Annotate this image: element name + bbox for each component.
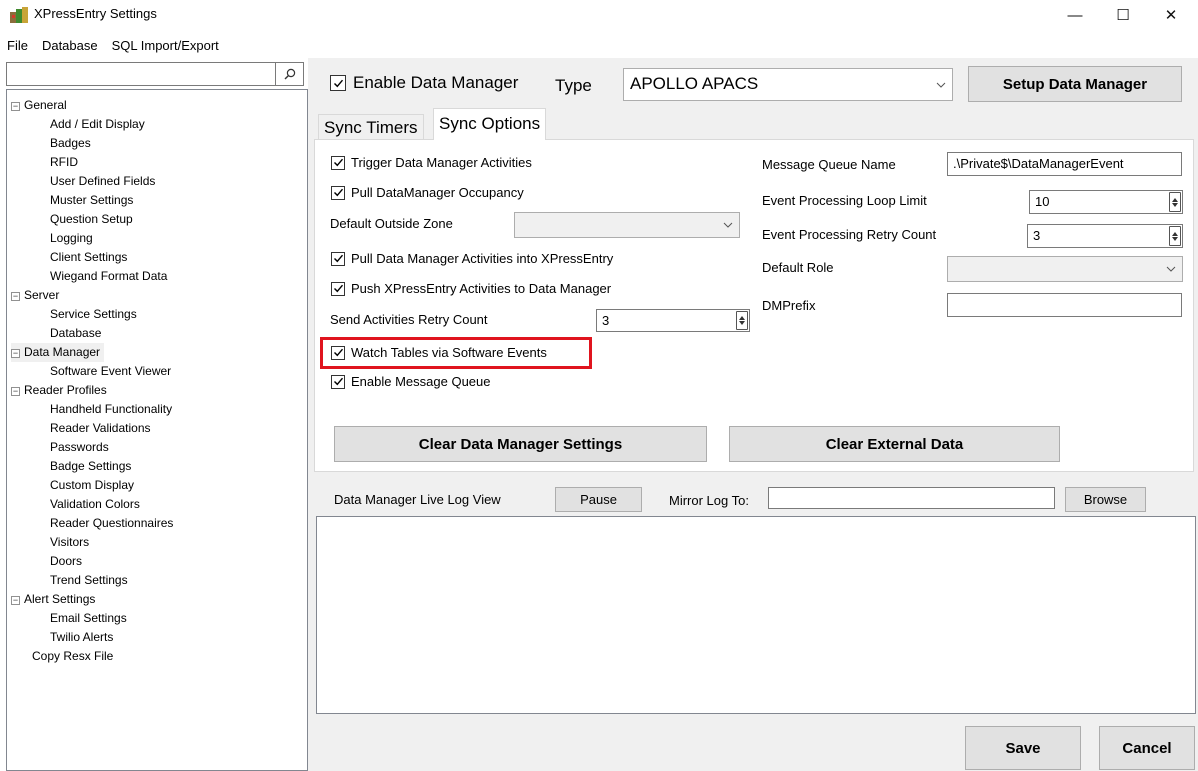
- tree-item-copy-resx-file[interactable]: Copy Resx File: [32, 647, 113, 666]
- collapse-icon[interactable]: −: [11, 387, 20, 396]
- search-input[interactable]: [6, 62, 304, 86]
- collapse-icon[interactable]: −: [11, 349, 20, 358]
- tree-item-wiegand-format-data[interactable]: Wiegand Format Data: [50, 267, 167, 286]
- retry-count-label: Event Processing Retry Count: [762, 227, 937, 242]
- pause-button[interactable]: Pause: [555, 487, 642, 512]
- send-retry-stepper[interactable]: 3: [596, 309, 750, 332]
- checkbox-checked-icon[interactable]: [331, 281, 345, 296]
- tree-item-visitors[interactable]: Visitors: [50, 533, 89, 552]
- chevron-down-icon: [723, 222, 733, 228]
- default-outside-zone-select[interactable]: [514, 212, 740, 238]
- search-icon: [284, 68, 295, 80]
- checkbox-checked-icon[interactable]: [331, 374, 345, 389]
- menu-bar: File Database SQL Import/Export: [0, 36, 226, 58]
- retry-count-stepper[interactable]: 3: [1027, 224, 1183, 248]
- clear-data-manager-settings-button[interactable]: Clear Data Manager Settings: [334, 426, 707, 462]
- tree-node-data-manager[interactable]: − Data Manager: [11, 343, 105, 362]
- spin-arrows-icon[interactable]: [736, 311, 748, 330]
- tree-item-client-settings[interactable]: Client Settings: [50, 248, 127, 267]
- tree-item-custom-display[interactable]: Custom Display: [50, 476, 134, 495]
- tree-node-server[interactable]: − Server: [11, 286, 59, 305]
- enable-message-queue-checkbox[interactable]: Enable Message Queue: [331, 374, 490, 389]
- close-button[interactable]: ✕: [1148, 0, 1194, 30]
- watch-tables-checkbox[interactable]: Watch Tables via Software Events: [331, 345, 547, 360]
- checkbox-checked-icon[interactable]: [331, 251, 345, 266]
- save-button[interactable]: Save: [965, 726, 1081, 770]
- tree-item-badge-settings[interactable]: Badge Settings: [50, 457, 131, 476]
- tab-sync-options[interactable]: Sync Options: [433, 108, 547, 140]
- title-bar: XPressEntry Settings — ☐ ✕: [0, 0, 1198, 34]
- tree-node-alert-settings[interactable]: − Alert Settings: [11, 590, 95, 609]
- chevron-down-icon: [936, 82, 946, 88]
- collapse-icon[interactable]: −: [11, 292, 20, 301]
- menu-sql-import-export[interactable]: SQL Import/Export: [105, 36, 226, 58]
- tree-item-service-settings[interactable]: Service Settings: [50, 305, 137, 324]
- checkbox-checked-icon[interactable]: [331, 155, 345, 170]
- send-retry-label: Send Activities Retry Count: [330, 312, 488, 327]
- type-label: Type: [555, 76, 592, 95]
- checkbox-checked-icon[interactable]: [330, 75, 346, 91]
- tree-item-email-settings[interactable]: Email Settings: [50, 609, 127, 628]
- tree-item-badges[interactable]: Badges: [50, 134, 91, 153]
- tree-item-rfid[interactable]: RFID: [50, 153, 78, 172]
- default-role-label: Default Role: [762, 260, 834, 275]
- browse-button[interactable]: Browse: [1065, 487, 1146, 512]
- spin-arrows-icon[interactable]: [1169, 226, 1181, 246]
- tree-item-validation-colors[interactable]: Validation Colors: [50, 495, 140, 514]
- setup-data-manager-button[interactable]: Setup Data Manager: [968, 66, 1182, 102]
- enable-data-manager-checkbox[interactable]: Enable Data Manager: [330, 73, 518, 93]
- checkbox-checked-icon[interactable]: [331, 345, 345, 360]
- settings-tree[interactable]: − General Add / Edit Display Badges RFID …: [6, 89, 308, 771]
- tree-item-doors[interactable]: Doors: [50, 552, 82, 571]
- tree-item-twilio-alerts[interactable]: Twilio Alerts: [50, 628, 113, 647]
- window-title: XPressEntry Settings: [34, 6, 157, 21]
- tree-item-database[interactable]: Database: [50, 324, 101, 343]
- message-queue-name-label: Message Queue Name: [762, 157, 896, 172]
- spin-arrows-icon[interactable]: [1169, 192, 1181, 212]
- collapse-icon[interactable]: −: [11, 102, 20, 111]
- tree-item-question-setup[interactable]: Question Setup: [50, 210, 133, 229]
- tree-item-handheld-functionality[interactable]: Handheld Functionality: [50, 400, 172, 419]
- tree-item-add-edit-display[interactable]: Add / Edit Display: [50, 115, 145, 134]
- pull-occupancy-checkbox[interactable]: Pull DataManager Occupancy: [331, 185, 524, 200]
- message-queue-name-input[interactable]: .\Private$\DataManagerEvent: [947, 152, 1182, 176]
- live-log-label: Data Manager Live Log View: [334, 492, 501, 507]
- dmprefix-input[interactable]: [947, 293, 1182, 317]
- tree-item-trend-settings[interactable]: Trend Settings: [50, 571, 128, 590]
- clear-external-data-button[interactable]: Clear External Data: [729, 426, 1060, 462]
- tree-item-software-event-viewer[interactable]: Software Event Viewer: [50, 362, 171, 381]
- default-role-select[interactable]: [947, 256, 1183, 282]
- default-outside-zone-label: Default Outside Zone: [330, 216, 453, 231]
- loop-limit-stepper[interactable]: 10: [1029, 190, 1183, 214]
- menu-file[interactable]: File: [0, 36, 35, 58]
- maximize-button[interactable]: ☐: [1100, 0, 1146, 30]
- tree-item-reader-questionnaires[interactable]: Reader Questionnaires: [50, 514, 173, 533]
- trigger-activities-checkbox[interactable]: Trigger Data Manager Activities: [331, 155, 532, 170]
- push-activities-checkbox[interactable]: Push XPressEntry Activities to Data Mana…: [331, 281, 611, 296]
- chevron-down-icon: [1166, 266, 1176, 272]
- tab-sync-timers[interactable]: Sync Timers: [318, 114, 424, 140]
- menu-database[interactable]: Database: [35, 36, 105, 58]
- type-select[interactable]: APOLLO APACS: [623, 68, 953, 101]
- cancel-button[interactable]: Cancel: [1099, 726, 1195, 770]
- tree-item-passwords[interactable]: Passwords: [50, 438, 109, 457]
- checkbox-checked-icon[interactable]: [331, 185, 345, 200]
- tree-item-user-defined-fields[interactable]: User Defined Fields: [50, 172, 155, 191]
- tree-item-muster-settings[interactable]: Muster Settings: [50, 191, 133, 210]
- pull-activities-checkbox[interactable]: Pull Data Manager Activities into XPress…: [331, 251, 613, 266]
- search-button[interactable]: [275, 63, 303, 85]
- tree-item-logging[interactable]: Logging: [50, 229, 93, 248]
- mirror-log-label: Mirror Log To:: [669, 493, 749, 508]
- tree-node-general[interactable]: − General: [11, 96, 67, 115]
- tree-item-reader-validations[interactable]: Reader Validations: [50, 419, 151, 438]
- minimize-button[interactable]: —: [1052, 0, 1098, 30]
- tree-node-reader-profiles[interactable]: − Reader Profiles: [11, 381, 107, 400]
- mirror-log-input[interactable]: [768, 487, 1055, 509]
- app-icon: [10, 7, 28, 23]
- dmprefix-label: DMPrefix: [762, 298, 816, 313]
- loop-limit-label: Event Processing Loop Limit: [762, 193, 927, 208]
- collapse-icon[interactable]: −: [11, 596, 20, 605]
- live-log-view[interactable]: [316, 516, 1196, 714]
